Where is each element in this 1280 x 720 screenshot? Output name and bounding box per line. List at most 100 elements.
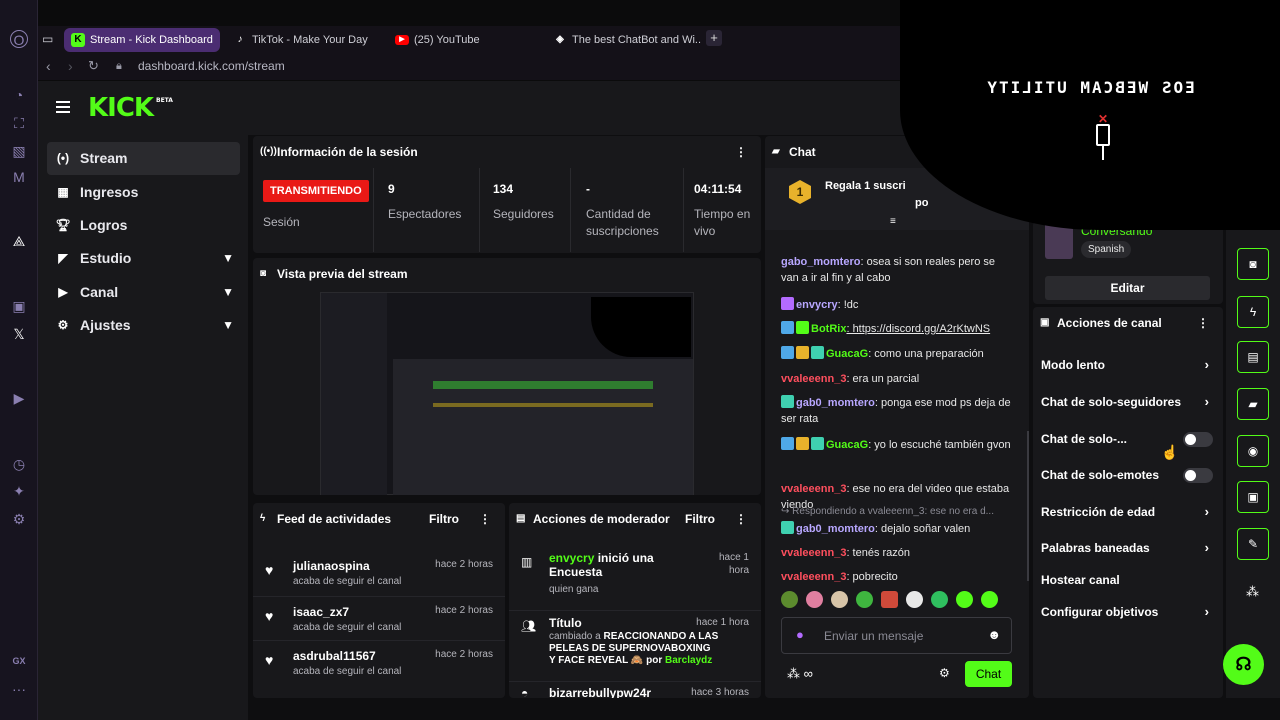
kick-logo[interactable]: KICK BETA xyxy=(88,93,173,123)
emote-icon[interactable] xyxy=(981,591,998,609)
emoji-icon[interactable]: ☻ xyxy=(987,627,1001,642)
live-badge: TRANSMITIENDO xyxy=(263,180,369,202)
sidebar-item-ajustes[interactable]: ⚙ Ajustes ▼ xyxy=(47,309,240,342)
kick-app-icon[interactable]: ⟁ xyxy=(10,232,28,250)
more-options-icon[interactable]: ⋮ xyxy=(735,503,747,535)
menu-icon[interactable] xyxy=(56,101,70,113)
mod-action-user[interactable]: envycry xyxy=(549,551,594,565)
edit-button[interactable]: Editar xyxy=(1045,276,1210,300)
notes-action-icon[interactable]: ▤ xyxy=(1237,341,1269,373)
chat-username[interactable]: vvaleeenn_3 xyxy=(781,483,846,495)
new-tab-icon[interactable]: + xyxy=(706,30,722,46)
more-icon[interactable]: ··· xyxy=(10,680,28,698)
emotes-only-toggle[interactable] xyxy=(1183,468,1213,483)
opera-logo-icon[interactable]: O xyxy=(10,30,28,48)
emote-icon[interactable] xyxy=(956,591,973,609)
extensions-icon[interactable]: ✦ xyxy=(10,482,28,500)
emote-icon[interactable] xyxy=(831,591,848,609)
forward-icon[interactable]: › xyxy=(68,58,73,74)
chat-username[interactable]: BotRix xyxy=(811,323,846,335)
preview-buttons xyxy=(433,381,653,389)
emote-icon[interactable] xyxy=(906,591,923,609)
gx-label[interactable]: GX xyxy=(10,652,28,670)
filter-button[interactable]: Filtro xyxy=(429,503,459,535)
history-icon[interactable]: ◷ xyxy=(10,455,28,473)
age-restriction-row[interactable]: Restricción de edad › xyxy=(1041,497,1213,527)
chat-username[interactable]: gab0_momtero xyxy=(796,397,875,409)
mic-icon[interactable]: ● xyxy=(796,627,804,642)
chat-username[interactable]: gabo_momtero xyxy=(781,256,860,268)
stream-preview-video[interactable] xyxy=(320,292,694,495)
emote-icon[interactable] xyxy=(856,591,873,609)
player-icon[interactable]: ▶ xyxy=(10,389,28,407)
activity-user[interactable]: isaac_zx7 xyxy=(293,605,349,619)
twitch-app-icon[interactable]: ▣ xyxy=(10,297,28,315)
sidebar-item-canal[interactable]: ▶ Canal ▼ xyxy=(47,276,240,309)
m-app-icon[interactable]: M xyxy=(10,168,28,186)
emote-icon[interactable] xyxy=(881,591,898,609)
emote-icon[interactable] xyxy=(781,591,798,609)
back-icon[interactable]: ‹ xyxy=(46,58,51,74)
chat-input[interactable]: ● Enviar un mensaje ☻ xyxy=(781,617,1012,654)
filter-button[interactable]: Filtro xyxy=(685,503,715,535)
bolt-action-icon[interactable]: ϟ xyxy=(1237,296,1269,328)
broadcast-action-icon[interactable]: ◉ xyxy=(1237,435,1269,467)
goals-row[interactable]: Configurar objetivos › xyxy=(1041,597,1213,627)
chat-username[interactable]: GuacaG xyxy=(826,348,868,360)
chat-scrollbar[interactable] xyxy=(1027,431,1029,581)
chat-action-icon[interactable]: ▰ xyxy=(1237,388,1269,420)
tab-chatbot[interactable]: ◈ The best ChatBot and Wi... xyxy=(546,28,702,52)
chat-username[interactable]: vvaleeenn_3 xyxy=(781,547,846,559)
channel-actions-icon: ▣ xyxy=(1040,317,1050,328)
mod-action-item: 👥︎ Título cambiado a REACCIONANDO A LAS … xyxy=(509,610,761,680)
more-options-icon[interactable]: ⋮ xyxy=(735,136,747,168)
chat-username[interactable]: vvaleeenn_3 xyxy=(781,571,846,583)
twitch-icon[interactable]: ⛶ xyxy=(10,114,28,132)
speed-dial-icon[interactable]: ◔ xyxy=(10,86,28,104)
pin-toggle-icon[interactable]: ≡ xyxy=(890,216,896,227)
tab-tiktok[interactable]: ♪ TikTok - Make Your Day xyxy=(226,28,380,52)
settings-icon[interactable]: ⚙ xyxy=(10,510,28,528)
chat-text: : dejalo soñar valen xyxy=(874,523,971,535)
x-app-icon[interactable]: 𝕏 xyxy=(10,325,28,343)
activity-user[interactable]: asdrubal11567 xyxy=(293,649,376,663)
chat-send-button[interactable]: Chat xyxy=(965,661,1012,687)
studio-action-icon[interactable]: ▣ xyxy=(1237,481,1269,513)
chat-username[interactable]: gab0_momtero xyxy=(796,523,875,535)
subs-only-toggle[interactable] xyxy=(1183,432,1213,447)
user-icon: ◓ xyxy=(521,686,529,698)
sidebar-item-ingresos[interactable]: ▦ Ingresos xyxy=(47,176,240,209)
mod-action-user[interactable]: Barclaydz xyxy=(665,655,712,666)
tab-youtube[interactable]: ▶ (25) YouTube xyxy=(388,28,538,52)
wrench-action-icon[interactable]: ✎ xyxy=(1237,528,1269,560)
followers-only-row[interactable]: Chat de solo-seguidores › xyxy=(1041,387,1213,417)
tab-sidebar-icon[interactable]: ▭ xyxy=(42,32,53,46)
sidebar-item-stream[interactable]: (•) Stream xyxy=(47,142,240,175)
more-actions-icon[interactable]: ⁂ xyxy=(1246,584,1259,600)
stripes-icon[interactable]: ▧ xyxy=(10,142,28,160)
emote-icon[interactable] xyxy=(931,591,948,609)
camera-action-icon[interactable]: ◙ xyxy=(1237,248,1269,280)
chat-text: : !dc xyxy=(837,299,859,311)
sidebar-item-logros[interactable]: 🏆︎ Logros xyxy=(47,209,240,242)
chat-username[interactable]: envycry xyxy=(796,299,838,311)
host-channel-row[interactable]: Hostear canal xyxy=(1041,565,1213,595)
browser-sidebar: O ◔ ⛶ ▧ M ⟁ ▣ 𝕏 ▶ ◷ ✦ ⚙ GX ··· xyxy=(0,0,38,720)
mod-action-user[interactable]: bizarrebullypw24r xyxy=(549,686,699,698)
slow-mode-row[interactable]: Modo lento › xyxy=(1041,350,1213,380)
support-headset-icon[interactable]: ☊ xyxy=(1223,644,1264,685)
more-options-icon[interactable]: ⋮ xyxy=(1197,307,1209,339)
activity-user[interactable]: julianaospina xyxy=(293,559,370,573)
emote-icon[interactable] xyxy=(806,591,823,609)
banned-words-row[interactable]: Palabras baneadas › xyxy=(1041,533,1213,563)
tab-kick[interactable]: K Stream - Kick Dashboard xyxy=(64,28,220,52)
chat-username[interactable]: GuacaG xyxy=(826,439,868,451)
sidebar-item-estudio[interactable]: ◤ Estudio ▼ xyxy=(47,242,240,275)
chat-username[interactable]: vvaleeenn_3 xyxy=(781,373,846,385)
url-field[interactable]: dashboard.kick.com/stream xyxy=(138,59,285,73)
tab-title: Stream - Kick Dashboard xyxy=(90,34,213,46)
chat-settings-icon[interactable]: ⚙ xyxy=(939,666,950,680)
reload-icon[interactable]: ↻ xyxy=(88,58,99,74)
more-options-icon[interactable]: ⋮ xyxy=(479,503,491,535)
chat-tools-icon[interactable]: ⁂ ∞ xyxy=(787,666,813,682)
